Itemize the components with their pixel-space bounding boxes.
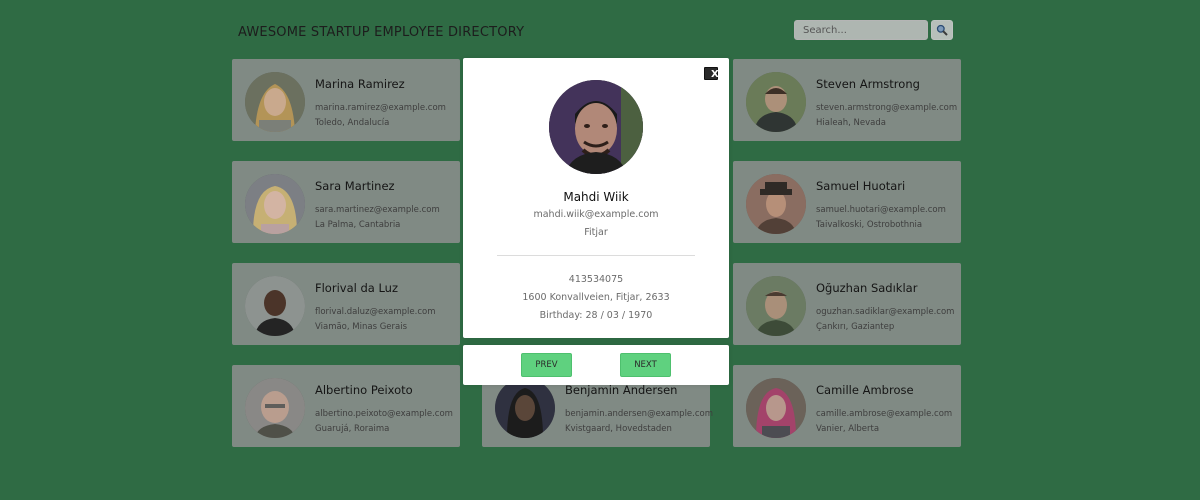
prev-button[interactable]: PREV xyxy=(521,353,572,377)
modal-address: 1600 Konvallveien, Fitjar, 2633 xyxy=(522,292,670,303)
modal-avatar xyxy=(549,80,643,174)
close-button[interactable]: X xyxy=(704,67,719,80)
modal-email: mahdi.wiik@example.com xyxy=(533,209,659,220)
close-icon: X xyxy=(711,69,719,80)
modal-phone: 413534075 xyxy=(568,274,624,285)
modal-navigation: PREV NEXT xyxy=(463,345,729,385)
modal-city: Fitjar xyxy=(584,227,608,238)
divider xyxy=(497,255,695,256)
directory-page: AWESOME STARTUP EMPLOYEE DIRECTORY Searc… xyxy=(0,0,1200,500)
modal-birthday: Birthday: 28 / 03 / 1970 xyxy=(539,310,653,321)
modal-name: Mahdi Wiik xyxy=(563,190,629,204)
next-button[interactable]: NEXT xyxy=(620,353,671,377)
employee-modal: X Mahdi Wiik mahdi.wiik@example.com Fitj… xyxy=(463,58,729,338)
